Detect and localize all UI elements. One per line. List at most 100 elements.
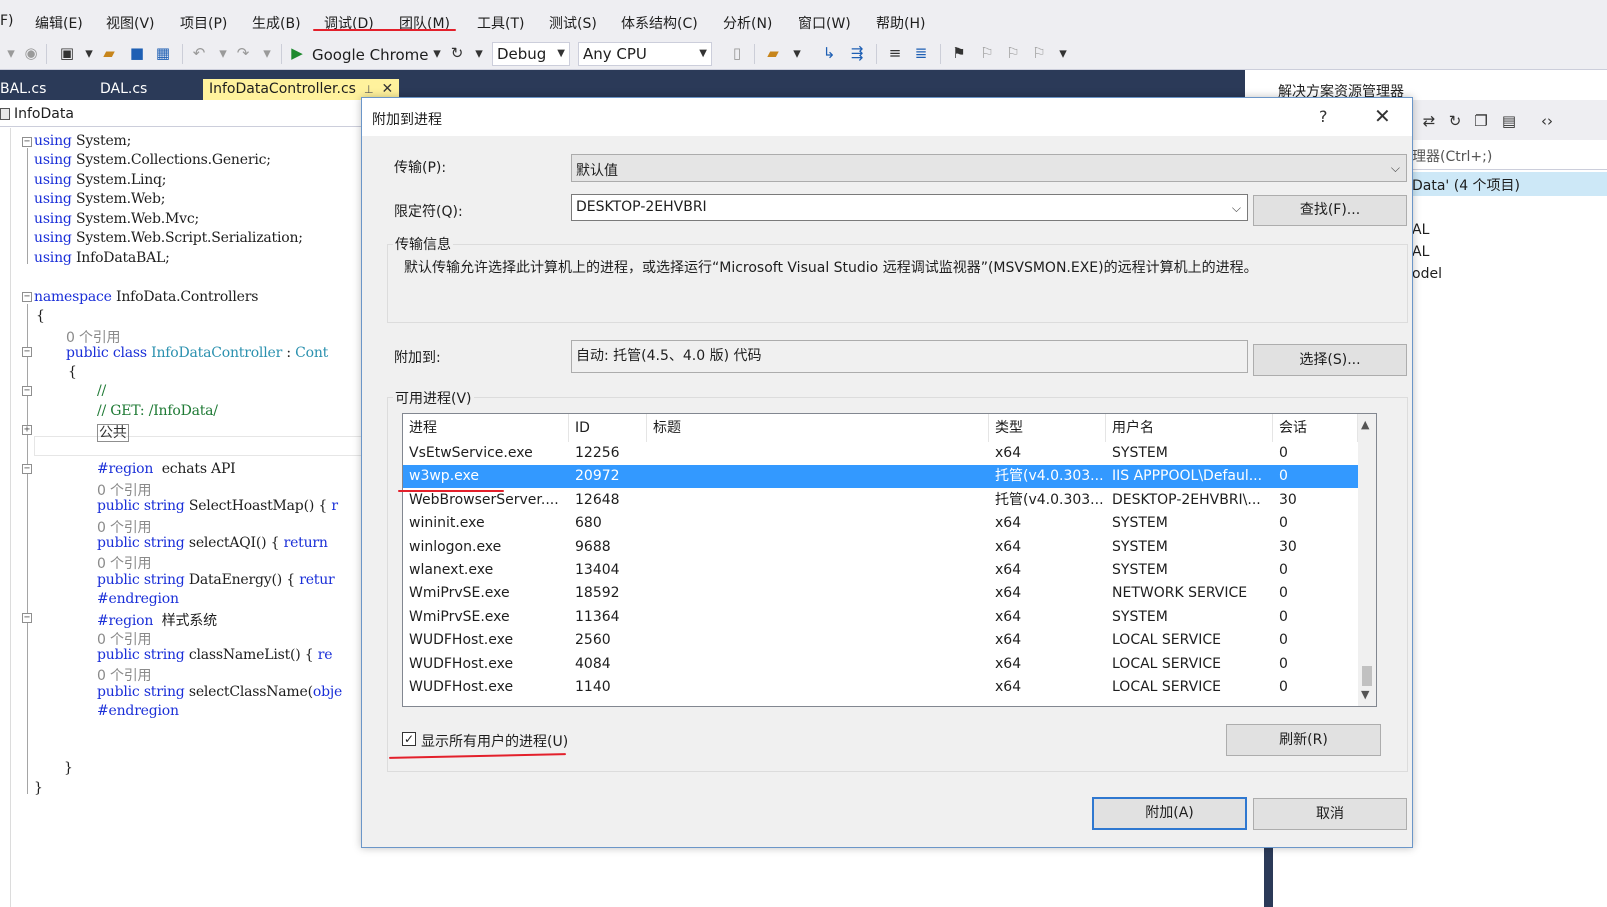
select-code-type-button[interactable]: 选择(S)... <box>1253 344 1407 376</box>
menu-help[interactable]: 帮助(H) <box>876 13 925 33</box>
collapse-icon[interactable]: − <box>22 613 32 623</box>
undo-dropdown-icon[interactable]: ▾ <box>214 44 232 62</box>
column-header-session[interactable]: 会话 <box>1273 414 1358 442</box>
show-all-users-checkbox[interactable]: ✓ <box>402 732 416 746</box>
browser-dropdown-icon[interactable]: ▾ <box>428 44 446 62</box>
collapse-icon[interactable]: − <box>22 292 32 302</box>
menu-test[interactable]: 测试(S) <box>549 13 597 33</box>
menu-build[interactable]: 生成(B) <box>252 13 301 33</box>
menu-analyze[interactable]: 分析(N) <box>723 13 772 33</box>
menu-view[interactable]: 视图(V) <box>106 13 155 33</box>
reference-count[interactable]: 0 个引用 <box>97 517 152 537</box>
comment-icon[interactable]: ≡ <box>886 44 904 62</box>
process-row[interactable]: WUDFHost.exe 1140 x64 LOCAL SERVICE 0 <box>403 676 1358 699</box>
scrollbar-thumb[interactable] <box>1362 666 1372 686</box>
process-row[interactable]: w3wp.exe 20972 托管(v4.0.303... IIS APPPOOL\D… <box>403 465 1358 489</box>
forward-icon[interactable]: ◉ <box>22 44 40 62</box>
process-row[interactable]: WUDFHost.exe 4084 x64 LOCAL SERVICE 0 <box>403 653 1358 676</box>
close-icon[interactable]: ✕ <box>1374 104 1391 128</box>
process-row[interactable]: WmiPrvSE.exe 18592 x64 NETWORK SERVICE 0 <box>403 582 1358 605</box>
redo-icon[interactable]: ↷ <box>234 44 252 62</box>
new-project-icon[interactable]: ▣ <box>58 44 76 62</box>
menu-architecture[interactable]: 体系结构(C) <box>621 13 698 33</box>
collapse-icon[interactable]: − <box>22 347 32 357</box>
dropdown-icon[interactable]: ▾ <box>80 44 98 62</box>
reference-count[interactable]: 0 个引用 <box>97 480 152 500</box>
start-debug-icon[interactable]: ▶ <box>288 44 306 62</box>
platform-select[interactable]: Any CPU ▼ <box>578 42 712 66</box>
process-row[interactable]: wlanext.exe 13404 x64 SYSTEM 0 <box>403 559 1358 582</box>
properties-icon[interactable]: ▤ <box>1500 112 1518 130</box>
find-icon[interactable]: ▯ <box>728 44 746 62</box>
reference-count[interactable]: 0 个引用 <box>97 553 152 573</box>
column-header-title[interactable]: 标题 <box>647 414 989 442</box>
cancel-button[interactable]: 取消 <box>1253 798 1407 830</box>
menu-edit[interactable]: 编辑(E) <box>35 13 83 33</box>
attach-button[interactable]: 附加(A) <box>1092 797 1247 830</box>
column-header-type[interactable]: 类型 <box>989 414 1106 442</box>
solution-explorer-icon[interactable]: ▰ <box>764 44 782 62</box>
configuration-select[interactable]: Debug ▼ <box>492 42 570 66</box>
reference-count[interactable]: 0 个引用 <box>97 665 152 685</box>
prev-bookmark-icon[interactable]: ⚐ <box>978 44 996 62</box>
tab-dal[interactable]: DAL.cs <box>100 79 147 100</box>
toolbar-options-icon[interactable]: ▾ <box>1054 44 1072 62</box>
collapsed-block[interactable]: 公共 <box>97 422 129 442</box>
undo-icon[interactable]: ↶ <box>190 44 208 62</box>
reference-count[interactable]: 0 个引用 <box>66 327 121 347</box>
process-row[interactable]: wininit.exe 680 x64 SYSTEM 0 <box>403 512 1358 535</box>
refresh-button[interactable]: 刷新(R) <box>1226 724 1381 756</box>
show-all-users-label[interactable]: 显示所有用户的进程(U) <box>421 731 568 751</box>
help-button[interactable]: ? <box>1319 107 1328 126</box>
solution-item[interactable]: odel <box>1412 266 1442 282</box>
redo-dropdown-icon[interactable]: ▾ <box>258 44 276 62</box>
process-list[interactable]: 进程 ID 标题 类型 用户名 会话 VsEtwService.exe 12256… <box>402 413 1377 707</box>
pin-icon[interactable]: ⊥ <box>364 83 374 96</box>
process-row[interactable]: WmiPrvSE.exe 11364 x64 SYSTEM 0 <box>403 606 1358 629</box>
code-view-icon[interactable]: ‹› <box>1538 112 1556 130</box>
process-row[interactable]: WebBrowserServer.... 12648 托管(v4.0.303... D… <box>403 489 1358 512</box>
menu-file[interactable]: F) <box>0 13 14 29</box>
refresh-icon[interactable]: ↻ <box>1446 112 1464 130</box>
navigation-bar[interactable]: InfoData <box>0 100 370 127</box>
collapse-all-icon[interactable]: ❐ <box>1472 112 1490 130</box>
column-header-process[interactable]: 进程 <box>403 414 569 442</box>
process-row[interactable]: VsEtwService.exe 12256 x64 SYSTEM 0 <box>403 442 1358 465</box>
back-icon[interactable]: ▾ <box>2 44 20 62</box>
scroll-up-icon[interactable]: ▲ <box>1361 418 1369 431</box>
qualifier-input[interactable]: DESKTOP-2EHVBRI ⌵ <box>571 194 1248 221</box>
expand-icon[interactable]: + <box>22 425 32 435</box>
menu-window[interactable]: 窗口(W) <box>798 13 851 33</box>
solution-item[interactable]: AL <box>1412 222 1429 238</box>
save-all-icon[interactable]: ▦ <box>154 44 172 62</box>
step-over-icon[interactable]: ⇶ <box>848 44 866 62</box>
process-row[interactable]: winlogon.exe 9688 x64 SYSTEM 30 <box>403 536 1358 559</box>
close-icon[interactable]: ✕ <box>382 81 394 97</box>
refresh-dropdown-icon[interactable]: ▾ <box>470 44 488 62</box>
open-file-icon[interactable]: ▰ <box>100 44 118 62</box>
bookmark-icon[interactable]: ⚑ <box>950 44 968 62</box>
clear-bookmarks-icon[interactable]: ⚐ <box>1030 44 1048 62</box>
solution-item[interactable]: AL <box>1412 244 1429 260</box>
sync-icon[interactable]: ⇄ <box>1420 112 1438 130</box>
uncomment-icon[interactable]: ≣ <box>912 44 930 62</box>
process-row[interactable]: WUDFHost.exe 2560 x64 LOCAL SERVICE 0 <box>403 629 1358 652</box>
menu-tools[interactable]: 工具(T) <box>477 13 524 33</box>
column-header-id[interactable]: ID <box>569 414 647 442</box>
find-button[interactable]: 查找(F)... <box>1253 195 1407 226</box>
collapse-icon[interactable]: − <box>22 464 32 474</box>
reference-count[interactable]: 0 个引用 <box>97 629 152 649</box>
tab-bal[interactable]: BAL.cs <box>0 79 46 100</box>
refresh-icon[interactable]: ↻ <box>448 44 466 62</box>
step-icon[interactable]: ↳ <box>820 44 838 62</box>
next-bookmark-icon[interactable]: ⚐ <box>1004 44 1022 62</box>
save-icon[interactable]: ■ <box>128 44 146 62</box>
transport-select[interactable]: 默认值 ⌵ <box>571 154 1407 182</box>
menu-project[interactable]: 项目(P) <box>180 13 227 33</box>
scroll-down-icon[interactable]: ▼ <box>1361 688 1369 701</box>
collapse-icon[interactable]: − <box>22 386 32 396</box>
overflow-icon[interactable]: ▾ <box>788 44 806 62</box>
column-header-user[interactable]: 用户名 <box>1106 414 1273 442</box>
process-list-scrollbar[interactable]: ▲ ▼ <box>1358 414 1376 706</box>
browser-target[interactable]: Google Chrome <box>312 46 429 64</box>
